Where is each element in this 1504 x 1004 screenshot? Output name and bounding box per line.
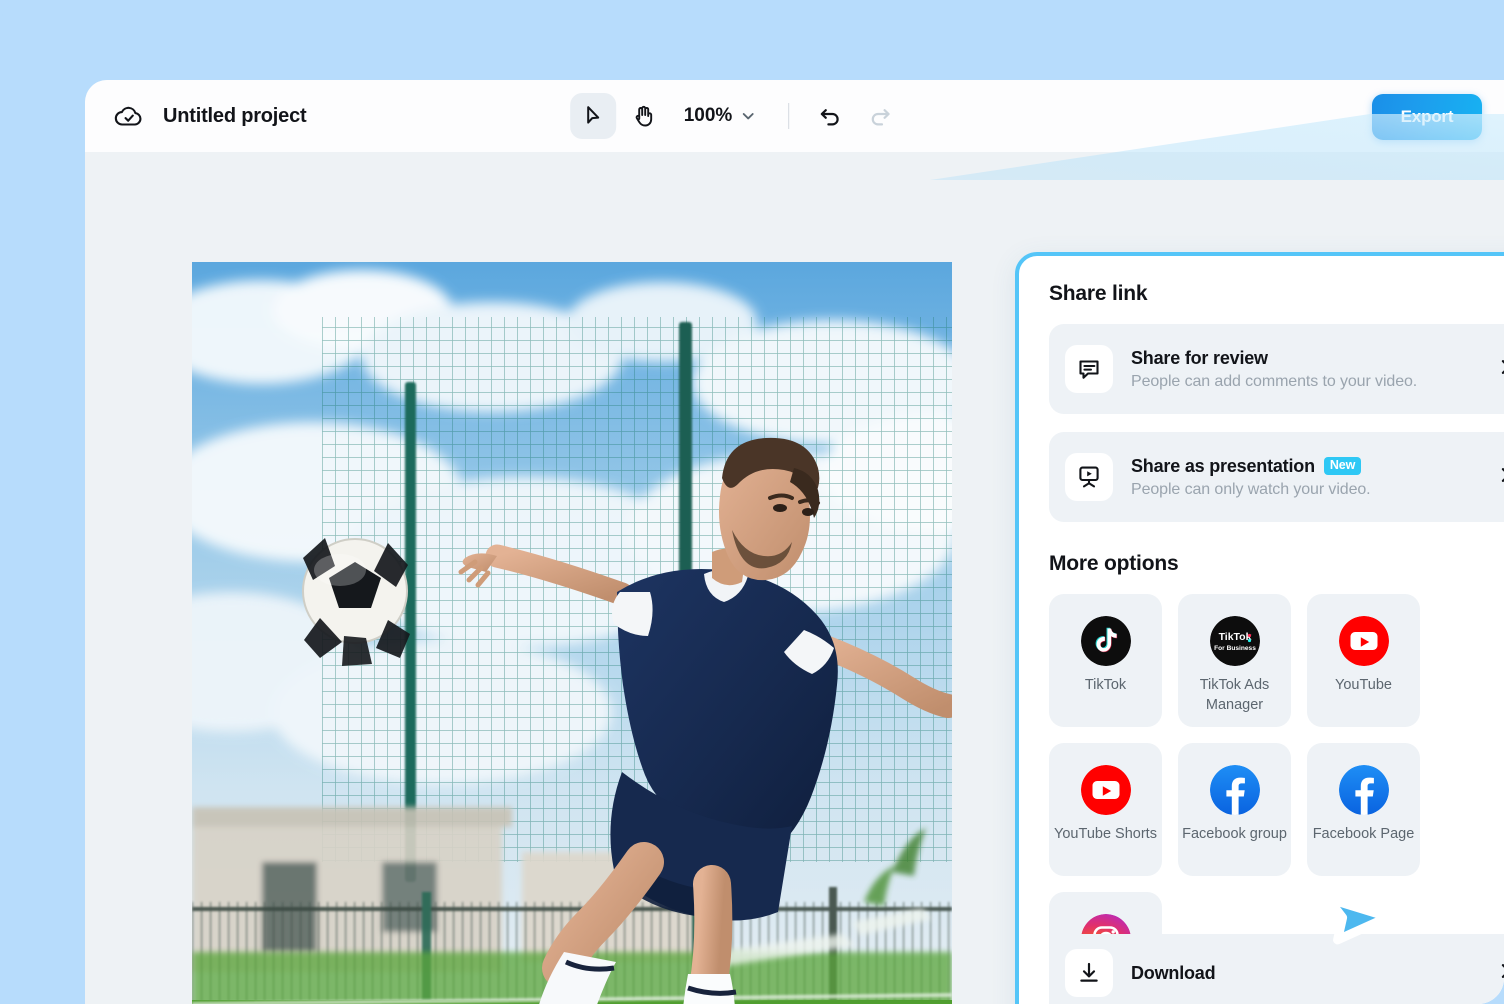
undo-button[interactable] [807,93,853,139]
facebook-icon [1210,765,1260,815]
tile-youtube[interactable]: YouTube [1307,594,1420,727]
download-row[interactable]: Download [1049,934,1504,1004]
project-title: Untitled project [163,105,306,128]
youtube-shorts-icon [1081,765,1131,815]
toolbar-center: 100% [570,80,904,152]
download-icon [1065,949,1113,997]
hand-pan-tool[interactable] [620,93,666,139]
share-link-panel: Share link Share for review People can a… [1015,252,1504,1004]
export-button[interactable]: Export [1372,94,1482,140]
toolbar-divider [788,103,789,129]
tile-tiktok[interactable]: TikTok [1049,594,1162,727]
chevron-right-icon [1497,358,1504,381]
chevron-down-icon [740,108,756,124]
share-as-presentation-text: Share as presentation New People can onl… [1131,456,1497,499]
share-as-presentation-label: Share as presentation [1131,456,1315,477]
chevron-right-icon [1497,962,1504,985]
share-as-presentation-row[interactable]: Share as presentation New People can onl… [1049,432,1504,522]
share-for-review-label: Share for review [1131,348,1268,369]
tile-label: TikTok [1085,676,1126,696]
share-for-review-title: Share for review [1131,348,1497,369]
tile-tiktok-ads-manager[interactable]: TikTok For Business TikTok Ads Manager [1178,594,1291,727]
cursor-icon [580,103,606,129]
app-window: Untitled project 100% [85,80,1504,1004]
tile-facebook-page[interactable]: Facebook Page [1307,743,1420,876]
share-for-review-subtitle: People can add comments to your video. [1131,373,1497,391]
tile-label: Facebook Page [1313,825,1415,845]
cursor-select-tool[interactable] [570,93,616,139]
zoom-control[interactable]: 100% [670,105,771,127]
download-label: Download [1131,963,1497,984]
tiktok-ads-manager-icon: TikTok For Business [1210,616,1260,666]
tile-label: TikTok Ads Manager [1178,676,1291,715]
tile-label: YouTube [1335,676,1392,696]
chevron-right-icon [1497,466,1504,489]
zoom-level-label: 100% [684,105,733,127]
tile-youtube-shorts[interactable]: YouTube Shorts [1049,743,1162,876]
share-for-review-row[interactable]: Share for review People can add comments… [1049,324,1504,414]
undo-icon [817,103,843,129]
new-badge: New [1324,457,1361,475]
hand-icon [630,103,656,129]
soccer-player-kicking-ball-photo [192,262,952,1004]
tile-facebook-group[interactable]: Facebook group [1178,743,1291,876]
tile-label: YouTube Shorts [1054,825,1157,845]
share-as-presentation-subtitle: People can only watch your video. [1131,481,1497,499]
share-link-title: Share link [1049,282,1504,306]
title-bar: Untitled project 100% [85,80,1504,152]
facebook-icon [1339,765,1389,815]
presentation-play-icon [1065,453,1113,501]
title-bar-left: Untitled project [113,80,306,152]
share-as-presentation-title: Share as presentation New [1131,456,1497,477]
svg-text:TikTok: TikTok [1218,631,1251,643]
svg-text:For Business: For Business [1214,645,1256,652]
tiktok-icon [1081,616,1131,666]
youtube-icon [1339,616,1389,666]
tile-label: Facebook group [1182,825,1287,845]
more-options-title: More options [1049,552,1504,576]
share-for-review-text: Share for review People can add comments… [1131,348,1497,391]
redo-button[interactable] [857,93,903,139]
redo-icon [867,103,893,129]
comment-bubble-icon [1065,345,1113,393]
cloud-check-icon [113,100,145,132]
page-root: Untitled project 100% [0,0,1504,1004]
